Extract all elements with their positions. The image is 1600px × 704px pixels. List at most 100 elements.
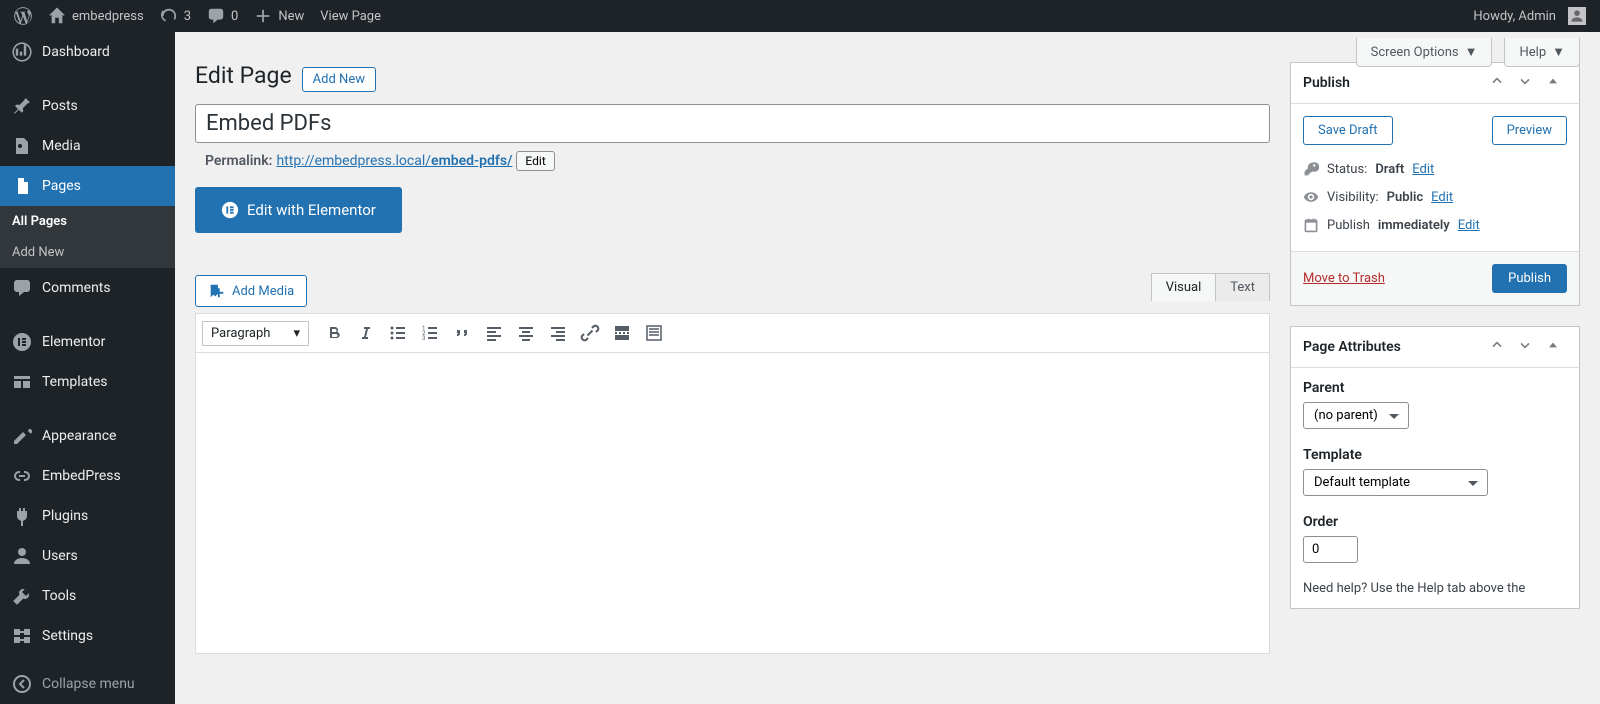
- wordpress-logo[interactable]: [6, 0, 40, 32]
- chevron-down-icon: [1517, 73, 1533, 89]
- editor-content-area[interactable]: [196, 353, 1269, 653]
- italic-icon: [356, 323, 376, 343]
- add-new-button[interactable]: Add New: [302, 67, 376, 92]
- blockquote-button[interactable]: [447, 318, 477, 348]
- site-home[interactable]: embedpress: [40, 0, 152, 32]
- appearance-icon: [12, 426, 32, 446]
- edit-status-link[interactable]: Edit: [1412, 162, 1434, 177]
- embedpress-icon: [12, 466, 32, 486]
- format-select[interactable]: Paragraph ▾: [202, 321, 309, 346]
- chevron-down-icon: ▼: [1465, 44, 1478, 60]
- update-icon: [160, 7, 178, 25]
- menu-posts[interactable]: Posts: [0, 86, 175, 126]
- page-icon: [12, 176, 32, 196]
- edit-permalink-button[interactable]: Edit: [516, 151, 554, 171]
- publish-box-title: Publish: [1303, 75, 1483, 91]
- new-label: New: [278, 9, 304, 24]
- home-icon: [48, 7, 66, 25]
- edit-schedule-link[interactable]: Edit: [1458, 218, 1480, 233]
- elementor-icon: [12, 332, 32, 352]
- bullet-list-icon: [388, 323, 408, 343]
- wordpress-icon: [14, 7, 32, 25]
- tab-text[interactable]: Text: [1215, 273, 1270, 301]
- howdy-account[interactable]: Howdy, Admin: [1465, 0, 1594, 32]
- menu-settings[interactable]: Settings: [0, 616, 175, 656]
- align-center-icon: [516, 323, 536, 343]
- quote-icon: [452, 323, 472, 343]
- parent-select[interactable]: (no parent): [1303, 402, 1409, 429]
- menu-embedpress[interactable]: EmbedPress: [0, 456, 175, 496]
- submenu-all-pages[interactable]: All Pages: [0, 206, 175, 237]
- move-down-handle[interactable]: [1511, 73, 1539, 93]
- menu-appearance[interactable]: Appearance: [0, 416, 175, 456]
- key-icon: [1303, 161, 1319, 177]
- move-to-trash-link[interactable]: Move to Trash: [1303, 271, 1385, 286]
- save-draft-button[interactable]: Save Draft: [1303, 116, 1393, 145]
- chevron-up-icon: [1489, 73, 1505, 89]
- toggle-handle[interactable]: [1539, 337, 1567, 357]
- link-button[interactable]: [575, 318, 605, 348]
- preview-button[interactable]: Preview: [1492, 116, 1567, 145]
- chevron-up-icon: [1489, 337, 1505, 353]
- post-title-input[interactable]: [195, 104, 1270, 143]
- updates[interactable]: 3: [152, 0, 199, 32]
- menu-plugins[interactable]: Plugins: [0, 496, 175, 536]
- tab-visual[interactable]: Visual: [1151, 273, 1216, 301]
- align-left-icon: [484, 323, 504, 343]
- collapse-icon: [12, 674, 32, 694]
- comments-count: 0: [231, 9, 238, 24]
- publish-button[interactable]: Publish: [1492, 264, 1567, 293]
- template-label: Template: [1303, 447, 1567, 463]
- updates-count: 3: [184, 9, 191, 24]
- numbered-list-button[interactable]: 123: [415, 318, 445, 348]
- calendar-icon: [1303, 217, 1319, 233]
- align-right-button[interactable]: [543, 318, 573, 348]
- add-media-button[interactable]: Add Media: [195, 275, 307, 307]
- media-icon: [12, 136, 32, 156]
- chevron-down-icon: ▾: [293, 326, 300, 341]
- align-left-button[interactable]: [479, 318, 509, 348]
- move-up-handle[interactable]: [1483, 73, 1511, 93]
- submenu-add-new[interactable]: Add New: [0, 237, 175, 268]
- new-content[interactable]: New: [246, 0, 312, 32]
- italic-button[interactable]: [351, 318, 381, 348]
- menu-pages[interactable]: Pages: [0, 166, 175, 206]
- menu-media[interactable]: Media: [0, 126, 175, 166]
- menu-collapse[interactable]: Collapse menu: [0, 664, 175, 704]
- menu-elementor[interactable]: Elementor: [0, 322, 175, 362]
- toolbar-toggle-button[interactable]: [639, 318, 669, 348]
- bullet-list-button[interactable]: [383, 318, 413, 348]
- pages-submenu: All Pages Add New: [0, 206, 175, 268]
- edit-visibility-link[interactable]: Edit: [1431, 190, 1453, 205]
- move-down-handle[interactable]: [1511, 337, 1539, 357]
- comment-icon: [207, 7, 225, 25]
- edit-with-elementor-button[interactable]: Edit with Elementor: [195, 187, 402, 233]
- templates-icon: [12, 372, 32, 392]
- menu-dashboard[interactable]: Dashboard: [0, 32, 175, 72]
- svg-text:3: 3: [422, 335, 425, 342]
- help-tab[interactable]: Help ▼: [1504, 38, 1580, 67]
- admin-toolbar: embedpress 3 0 New View Page Howdy, Admi…: [0, 0, 1600, 32]
- menu-templates[interactable]: Templates: [0, 362, 175, 402]
- move-up-handle[interactable]: [1483, 337, 1511, 357]
- template-select[interactable]: Default template: [1303, 469, 1488, 496]
- menu-users[interactable]: Users: [0, 536, 175, 576]
- chevron-down-icon: ▼: [1552, 44, 1565, 60]
- align-center-button[interactable]: [511, 318, 541, 348]
- screen-options-tab[interactable]: Screen Options ▼: [1356, 38, 1493, 67]
- plugins-icon: [12, 506, 32, 526]
- tinymce-editor: Paragraph ▾ 123: [195, 313, 1270, 654]
- view-page[interactable]: View Page: [312, 0, 389, 32]
- menu-tools[interactable]: Tools: [0, 576, 175, 616]
- page-title: Edit Page: [195, 62, 292, 89]
- avatar-icon: [1568, 7, 1586, 25]
- readmore-button[interactable]: [607, 318, 637, 348]
- bold-icon: [324, 323, 344, 343]
- bold-button[interactable]: [319, 318, 349, 348]
- toggle-handle[interactable]: [1539, 73, 1567, 93]
- permalink-url[interactable]: http://embedpress.local/embed-pdfs/: [276, 153, 512, 169]
- order-input[interactable]: [1303, 536, 1358, 563]
- visibility-icon: [1303, 189, 1319, 205]
- toolbar-comments[interactable]: 0: [199, 0, 246, 32]
- menu-comments[interactable]: Comments: [0, 268, 175, 308]
